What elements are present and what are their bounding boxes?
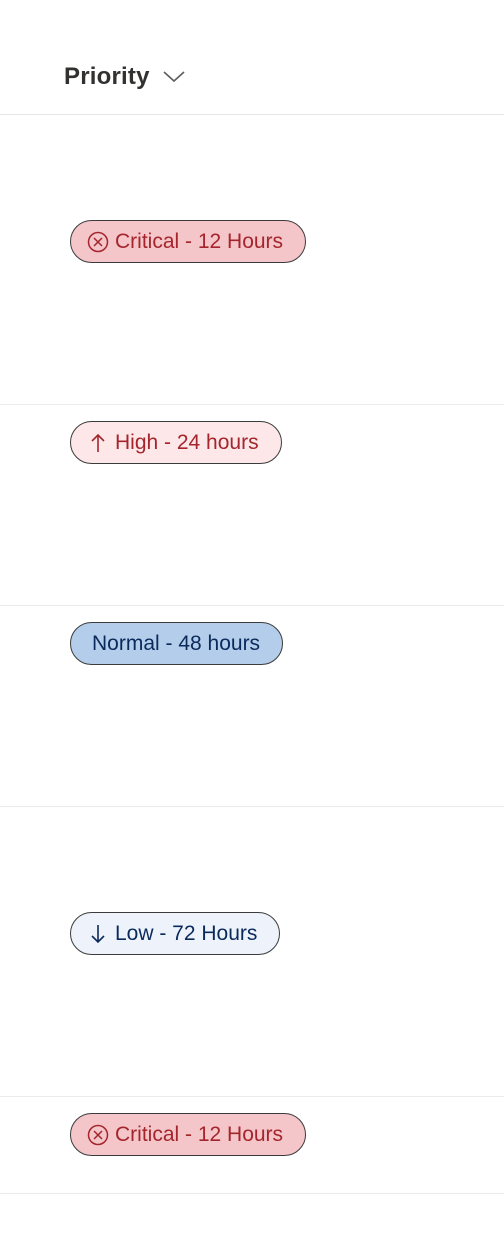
priority-badge-critical[interactable]: Critical - 12 Hours	[70, 1113, 307, 1156]
priority-badge-critical[interactable]: Critical - 12 Hours	[70, 220, 307, 263]
priority-badge-label: Low - 72 Hours	[115, 921, 258, 945]
priority-badge-label: Critical - 12 Hours	[115, 1122, 284, 1146]
table-row: High - 24 hours	[0, 405, 504, 606]
arrow-up-icon	[91, 433, 105, 452]
table-row: Critical - 12 Hours	[0, 1097, 504, 1194]
priority-badge-label: Critical - 12 Hours	[115, 229, 284, 253]
table-row: Low - 72 Hours	[0, 807, 504, 1097]
priority-badge-label: Normal - 48 hours	[92, 631, 261, 655]
priority-header-button[interactable]: Priority	[60, 58, 190, 96]
priority-column: Priority Critical - 12 Hours High - 24 h…	[0, 0, 504, 1258]
table-row: Normal - 48 hours	[0, 606, 504, 807]
arrow-down-icon	[91, 924, 105, 943]
column-header-title: Priority	[64, 63, 150, 90]
priority-badge-normal[interactable]: Normal - 48 hours	[70, 622, 284, 665]
priority-badge-high[interactable]: High - 24 hours	[70, 421, 282, 464]
circle-x-icon	[87, 231, 109, 252]
priority-badge-low[interactable]: Low - 72 Hours	[70, 912, 281, 955]
circle-x-icon	[87, 1124, 109, 1145]
chevron-down-icon	[163, 71, 185, 83]
column-header: Priority	[0, 0, 504, 115]
table-row: Critical - 12 Hours	[0, 115, 504, 405]
priority-badge-label: High - 24 hours	[115, 430, 259, 454]
